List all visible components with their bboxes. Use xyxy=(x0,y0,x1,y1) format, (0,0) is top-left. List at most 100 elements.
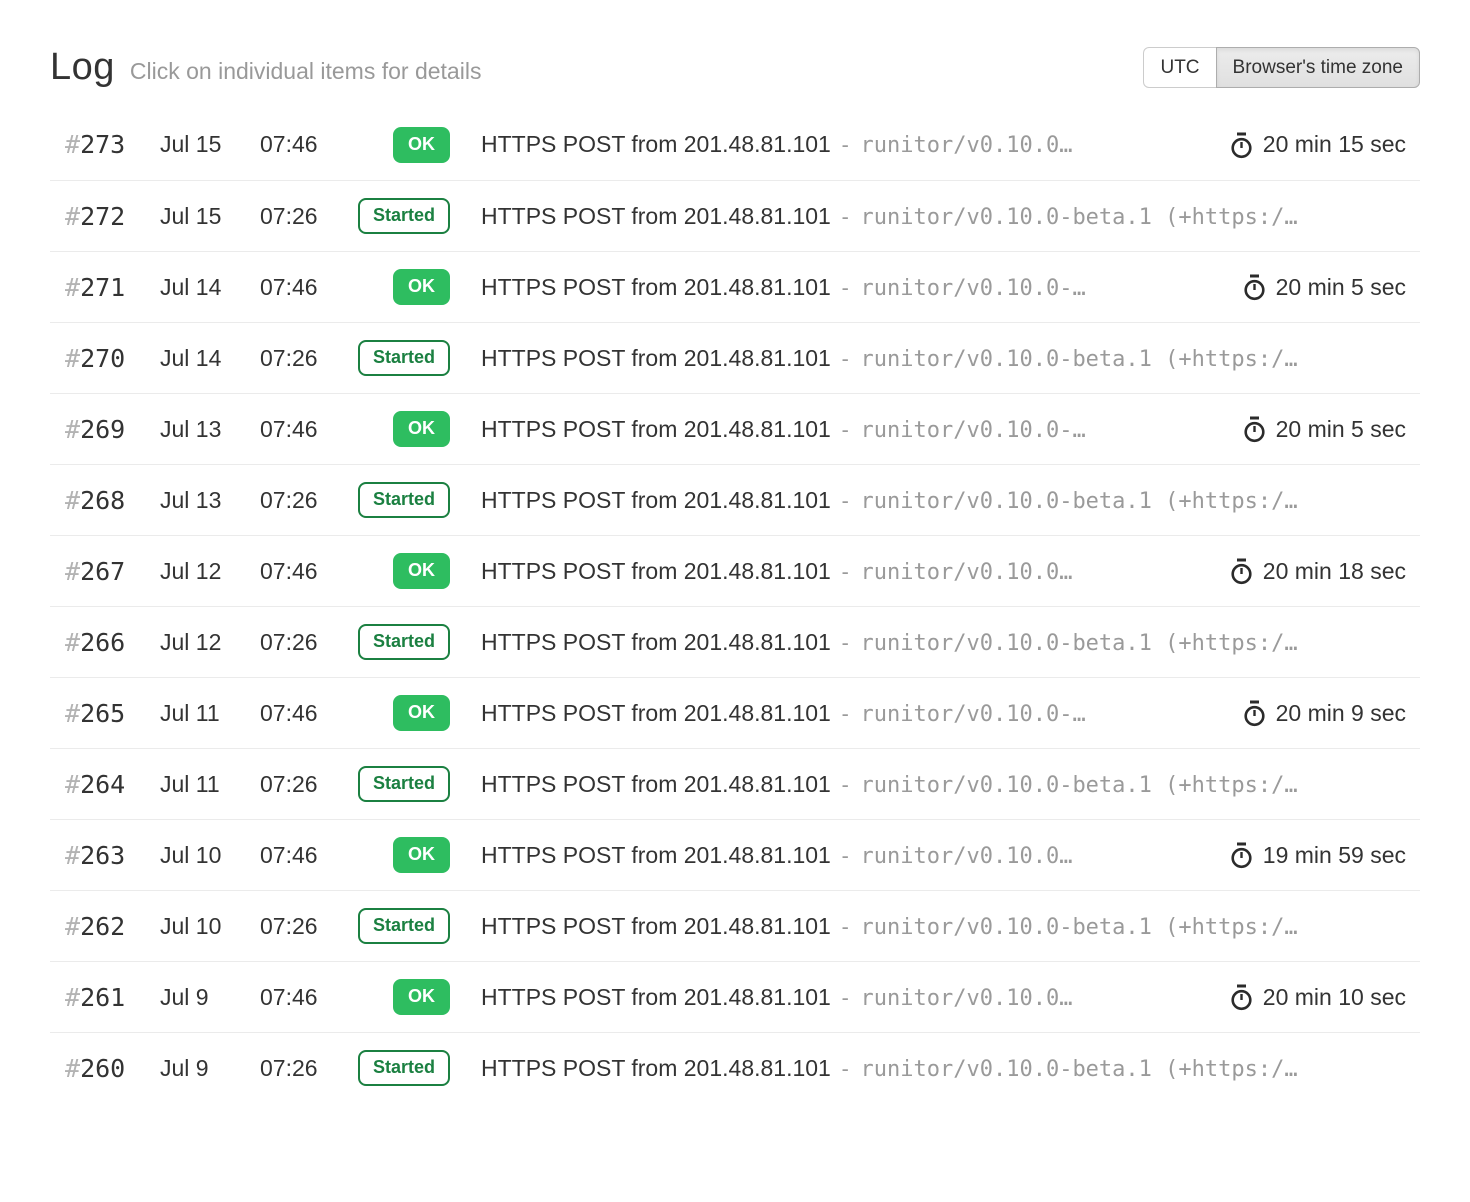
log-row[interactable]: #264 Jul 11 07:26 Started HTTPS POST fro… xyxy=(50,748,1420,819)
number-value: 262 xyxy=(80,912,125,941)
event-time: 07:26 xyxy=(260,203,357,230)
status-badge: Started xyxy=(358,624,450,660)
log-row[interactable]: #268 Jul 13 07:26 Started HTTPS POST fro… xyxy=(50,464,1420,535)
status-badge: OK xyxy=(393,269,450,305)
status-cell: Started xyxy=(357,482,450,518)
separator-dash: - xyxy=(839,631,852,655)
user-agent-text: runitor/v0.10.0-beta.1 (+https:/… xyxy=(861,347,1298,372)
event-description: HTTPS POST from 201.48.81.101-runitor/v0… xyxy=(481,345,1406,372)
number-hash: # xyxy=(65,912,80,941)
log-row[interactable]: #269 Jul 13 07:46 OK HTTPS POST from 201… xyxy=(50,393,1420,464)
event-time: 07:46 xyxy=(260,416,357,443)
duration: 19 min 59 sec xyxy=(1205,841,1406,869)
duration-text: 20 min 15 sec xyxy=(1263,131,1406,158)
duration: 20 min 5 sec xyxy=(1218,415,1406,443)
request-text: HTTPS POST from 201.48.81.101 xyxy=(481,1055,831,1081)
separator-dash: - xyxy=(839,702,852,726)
number-value: 269 xyxy=(80,415,125,444)
event-number: #264 xyxy=(65,770,160,799)
utc-button[interactable]: UTC xyxy=(1143,47,1216,89)
stopwatch-icon xyxy=(1229,983,1254,1011)
event-date: Jul 10 xyxy=(160,913,260,940)
number-value: 272 xyxy=(80,202,125,231)
duration: 20 min 10 sec xyxy=(1205,983,1406,1011)
event-date: Jul 11 xyxy=(160,700,260,727)
event-number: #261 xyxy=(65,983,160,1012)
status-badge: OK xyxy=(393,127,450,163)
event-number: #273 xyxy=(65,130,160,159)
event-date: Jul 12 xyxy=(160,629,260,656)
log-row[interactable]: #263 Jul 10 07:46 OK HTTPS POST from 201… xyxy=(50,819,1420,890)
duration: 20 min 5 sec xyxy=(1218,273,1406,301)
separator-dash: - xyxy=(839,773,852,797)
status-cell: Started xyxy=(357,1050,450,1086)
status-cell: Started xyxy=(357,908,450,944)
number-hash: # xyxy=(65,628,80,657)
stopwatch-icon xyxy=(1229,557,1254,585)
browser-timezone-button[interactable]: Browser's time zone xyxy=(1216,47,1420,89)
status-cell: Started xyxy=(357,198,450,234)
separator-dash: - xyxy=(839,986,852,1010)
log-row[interactable]: #272 Jul 15 07:26 Started HTTPS POST fro… xyxy=(50,180,1420,251)
event-description: HTTPS POST from 201.48.81.101-runitor/v0… xyxy=(481,203,1406,230)
status-cell: OK xyxy=(357,553,450,589)
user-agent-text: runitor/v0.10.0-beta.1 (+https:/… xyxy=(861,489,1298,514)
event-number: #271 xyxy=(65,273,160,302)
stopwatch-icon xyxy=(1229,131,1254,159)
user-agent-text: runitor/v0.10.0-beta.1 (+https:/… xyxy=(861,205,1298,230)
event-number: #265 xyxy=(65,699,160,728)
duration-text: 20 min 5 sec xyxy=(1276,416,1406,443)
page-title: Log xyxy=(50,46,115,89)
number-value: 261 xyxy=(80,983,125,1012)
log-row[interactable]: #273 Jul 15 07:46 OK HTTPS POST from 201… xyxy=(50,109,1420,180)
log-row[interactable]: #267 Jul 12 07:46 OK HTTPS POST from 201… xyxy=(50,535,1420,606)
event-date: Jul 11 xyxy=(160,771,260,798)
event-number: #263 xyxy=(65,841,160,870)
event-time: 07:26 xyxy=(260,345,357,372)
status-cell: OK xyxy=(357,127,450,163)
event-number: #267 xyxy=(65,557,160,586)
title-block: Log Click on individual items for detail… xyxy=(50,46,481,89)
event-date: Jul 14 xyxy=(160,274,260,301)
log-row[interactable]: #265 Jul 11 07:46 OK HTTPS POST from 201… xyxy=(50,677,1420,748)
log-row[interactable]: #260 Jul 9 07:26 Started HTTPS POST from… xyxy=(50,1032,1420,1103)
separator-dash: - xyxy=(839,347,852,371)
log-row[interactable]: #262 Jul 10 07:26 Started HTTPS POST fro… xyxy=(50,890,1420,961)
event-description: HTTPS POST from 201.48.81.101-runitor/v0… xyxy=(481,913,1406,940)
number-value: 263 xyxy=(80,841,125,870)
number-value: 266 xyxy=(80,628,125,657)
user-agent-text: runitor/v0.10.0-… xyxy=(861,702,1086,727)
stopwatch-icon xyxy=(1229,841,1254,869)
separator-dash: - xyxy=(839,1057,852,1081)
log-row[interactable]: #271 Jul 14 07:46 OK HTTPS POST from 201… xyxy=(50,251,1420,322)
number-value: 268 xyxy=(80,486,125,515)
number-value: 260 xyxy=(80,1054,125,1083)
number-hash: # xyxy=(65,344,80,373)
event-number: #262 xyxy=(65,912,160,941)
log-list: #273 Jul 15 07:46 OK HTTPS POST from 201… xyxy=(50,109,1420,1103)
status-cell: OK xyxy=(357,695,450,731)
status-badge: Started xyxy=(358,198,450,234)
request-text: HTTPS POST from 201.48.81.101 xyxy=(481,629,831,655)
number-value: 267 xyxy=(80,557,125,586)
event-date: Jul 9 xyxy=(160,1055,260,1082)
user-agent-text: runitor/v0.10.0… xyxy=(861,986,1073,1011)
event-date: Jul 9 xyxy=(160,984,260,1011)
stopwatch-icon xyxy=(1242,699,1267,727)
log-row[interactable]: #266 Jul 12 07:26 Started HTTPS POST fro… xyxy=(50,606,1420,677)
event-description: HTTPS POST from 201.48.81.101-runitor/v0… xyxy=(481,700,1218,727)
number-hash: # xyxy=(65,841,80,870)
status-badge: OK xyxy=(393,695,450,731)
log-row[interactable]: #270 Jul 14 07:26 Started HTTPS POST fro… xyxy=(50,322,1420,393)
event-date: Jul 12 xyxy=(160,558,260,585)
event-description: HTTPS POST from 201.48.81.101-runitor/v0… xyxy=(481,487,1406,514)
status-badge: OK xyxy=(393,979,450,1015)
user-agent-text: runitor/v0.10.0… xyxy=(861,844,1073,869)
number-hash: # xyxy=(65,983,80,1012)
user-agent-text: runitor/v0.10.0-beta.1 (+https:/… xyxy=(861,773,1298,798)
event-number: #270 xyxy=(65,344,160,373)
request-text: HTTPS POST from 201.48.81.101 xyxy=(481,984,831,1010)
number-hash: # xyxy=(65,202,80,231)
log-row[interactable]: #261 Jul 9 07:46 OK HTTPS POST from 201.… xyxy=(50,961,1420,1032)
number-value: 270 xyxy=(80,344,125,373)
